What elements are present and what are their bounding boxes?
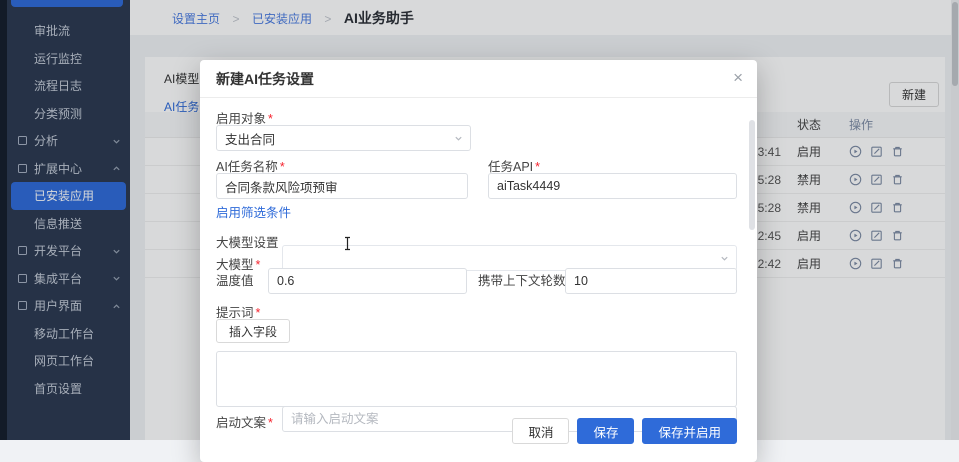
required-mark: * xyxy=(535,160,540,174)
context-rounds-input[interactable] xyxy=(565,268,737,294)
new-ai-task-modal: 新建AI任务设置 × 启用对象* 支出合同 AI任务名称* 任务API* 启用筛… xyxy=(200,60,757,462)
enable-target-value: 支出合同 xyxy=(225,129,275,148)
modal-title: 新建AI任务设置 xyxy=(216,69,314,89)
insert-field-button[interactable]: 插入字段 xyxy=(216,319,290,343)
enable-target-select[interactable]: 支出合同 xyxy=(216,125,471,151)
context-rounds-label: 携带上下文轮数* xyxy=(478,268,572,294)
modal-scrollbar-thumb[interactable] xyxy=(749,120,755,230)
model-section-label: 大模型设置 xyxy=(216,232,279,251)
save-button[interactable]: 保存 xyxy=(577,418,634,444)
required-mark: * xyxy=(268,112,273,126)
modal-scrollbar[interactable] xyxy=(749,102,755,456)
chevron-down-icon xyxy=(454,134,463,143)
temperature-label: 温度值 xyxy=(216,268,254,294)
required-mark: * xyxy=(280,160,285,174)
task-api-input[interactable] xyxy=(488,173,737,199)
cancel-button[interactable]: 取消 xyxy=(512,418,569,444)
text-cursor-icon xyxy=(343,236,352,251)
temperature-input[interactable] xyxy=(268,268,467,294)
modal-footer: 取消 保存 保存并启用 xyxy=(512,418,737,444)
save-and-enable-button[interactable]: 保存并启用 xyxy=(642,418,737,444)
prompt-textarea[interactable] xyxy=(216,351,737,407)
modal-header: 新建AI任务设置 × xyxy=(200,60,757,98)
required-mark: * xyxy=(256,306,261,320)
launch-text-label: 启动文案* xyxy=(216,412,273,431)
task-name-input[interactable] xyxy=(216,173,468,199)
required-mark: * xyxy=(268,416,273,430)
required-mark: * xyxy=(256,258,261,272)
close-icon[interactable]: × xyxy=(733,69,743,86)
enable-filter-link[interactable]: 启用筛选条件 xyxy=(216,202,291,221)
chevron-down-icon xyxy=(720,254,729,263)
